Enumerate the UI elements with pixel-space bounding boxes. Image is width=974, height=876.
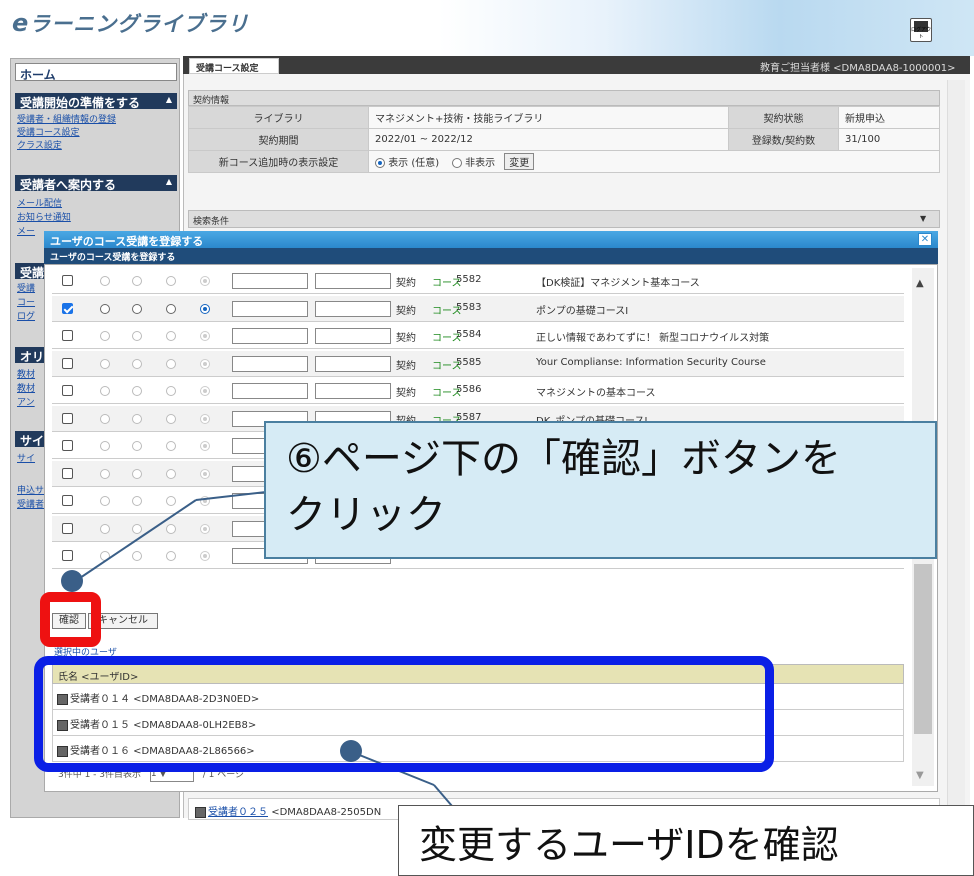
callout1-line-b xyxy=(195,491,267,501)
callout-confirm: ⑥ページ下の「確認」ボタンを クリック xyxy=(264,421,937,559)
callout-userid: 変更するユーザIDを確認 xyxy=(398,805,974,876)
callout1-line1: ⑥ページ下の「確認」ボタンを xyxy=(286,436,842,482)
callout1-dot xyxy=(61,570,83,592)
callout1-line2: クリック xyxy=(286,492,446,538)
callout2-dot xyxy=(340,740,362,762)
callout2-line-b xyxy=(433,784,453,807)
highlight-users xyxy=(34,656,774,772)
screenshot-root: eラーニングライブラリ ログアウト ホーム 受講開始の準備をする ▲ 受講者・組織… xyxy=(0,0,974,876)
highlight-confirm xyxy=(40,592,101,647)
callout1-line-a xyxy=(73,499,197,583)
